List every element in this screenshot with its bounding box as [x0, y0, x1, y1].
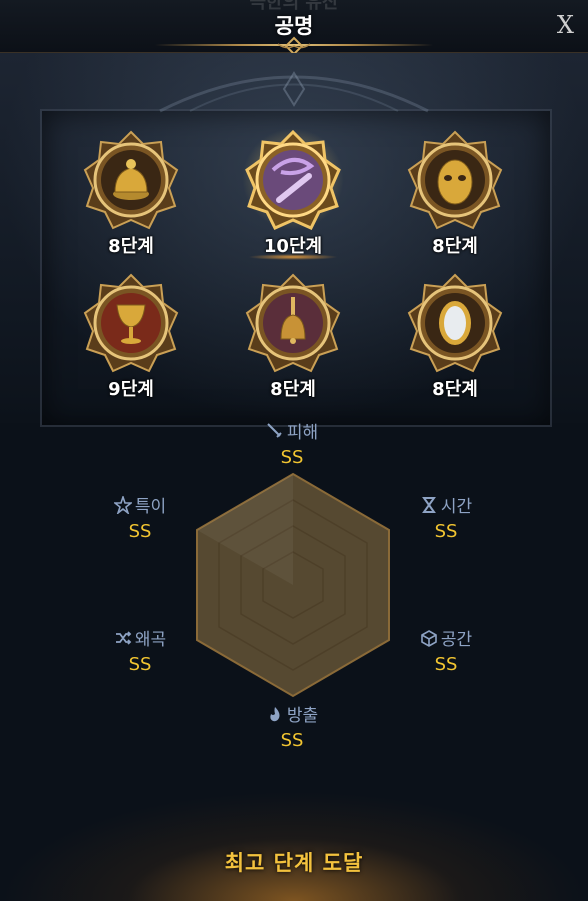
incense-burner-icon: [83, 130, 179, 230]
shuffle-icon: [115, 630, 132, 645]
relic-level: 8단계: [432, 379, 478, 400]
stat-grade: SS: [434, 654, 458, 675]
mirror-icon: [407, 273, 503, 373]
close-button[interactable]: X: [557, 12, 574, 38]
chalice-icon: [83, 273, 179, 373]
stat-special: 특이 SS: [80, 492, 200, 542]
stat-space: 공간 SS: [386, 625, 506, 675]
hourglass-icon: [421, 496, 436, 513]
stat-name: 공간: [440, 630, 473, 650]
relic-slot-incense[interactable]: 8단계: [76, 130, 186, 260]
relic-slot-chalice[interactable]: 9단계: [76, 273, 186, 403]
flame-icon: [270, 706, 280, 721]
golden-mask-icon: [407, 130, 503, 230]
stat-radar-chart: [196, 472, 390, 698]
footer-glow: 최고 단계 도달: [0, 791, 588, 901]
stat-name: 피해: [286, 423, 319, 443]
stat-grade: SS: [280, 730, 304, 751]
relic-level: 8단계: [270, 379, 316, 400]
cube-icon: [421, 629, 437, 647]
max-level-status: 최고 단계 도달: [224, 851, 364, 875]
stat-damage: 피해 SS: [232, 418, 352, 468]
relic-slot-mask[interactable]: 8단계: [400, 130, 510, 260]
stat-name: 왜곡: [134, 630, 167, 650]
relic-level: 8단계: [432, 236, 478, 257]
sword-icon: [267, 422, 282, 438]
stat-grade: SS: [434, 521, 458, 542]
stat-name: 시간: [440, 497, 473, 517]
stat-grade: SS: [280, 447, 304, 468]
relic-slot-whip[interactable]: 10단계: [238, 124, 348, 260]
star-icon: [113, 495, 132, 514]
stat-emission: 방출 SS: [232, 701, 352, 751]
stat-name: 특이: [134, 497, 167, 517]
header-bar: 극한의 유산 공명 X: [0, 0, 588, 62]
stat-time: 시간 SS: [386, 492, 506, 542]
relic-slot-mirror[interactable]: 8단계: [400, 273, 510, 403]
bell-icon: [245, 273, 341, 373]
stat-distortion: 왜곡 SS: [80, 625, 200, 675]
relic-level: 9단계: [108, 379, 154, 400]
stat-grade: SS: [128, 521, 152, 542]
relic-level: 8단계: [108, 236, 154, 257]
whip-icon: [245, 130, 341, 230]
stat-name: 방출: [286, 706, 319, 726]
stat-grade: SS: [128, 654, 152, 675]
selection-underline: [248, 254, 338, 260]
relic-slot-bell[interactable]: 8단계: [238, 273, 348, 403]
arch-ornament-icon: [159, 71, 429, 113]
